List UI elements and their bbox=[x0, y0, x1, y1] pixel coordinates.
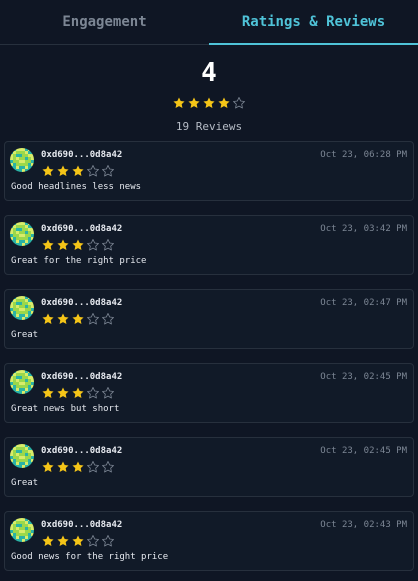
tab-engagement[interactable]: Engagement bbox=[0, 0, 209, 44]
review-card: 0xd690...0d8a42 Oct 23, 06:28 PM Good head… bbox=[4, 141, 414, 201]
review-star-rating bbox=[41, 163, 115, 177]
user-avatar bbox=[10, 296, 34, 320]
rating-summary: 4 19 Reviews bbox=[0, 45, 418, 141]
review-star-rating bbox=[41, 237, 115, 251]
review-text: Great bbox=[11, 478, 39, 488]
user-avatar bbox=[10, 148, 34, 172]
star-empty-icon bbox=[101, 385, 115, 399]
review-date: Oct 23, 02:45 PM bbox=[320, 446, 407, 456]
star-filled-icon bbox=[71, 311, 85, 325]
star-filled-icon bbox=[71, 237, 85, 251]
reviewer-address[interactable]: 0xd690...0d8a42 bbox=[41, 372, 122, 382]
star-filled-icon bbox=[56, 533, 70, 547]
star-empty-icon bbox=[86, 237, 100, 251]
average-star-rating bbox=[172, 95, 246, 109]
review-card: 0xd690...0d8a42 Oct 23, 02:45 PM Great new… bbox=[4, 363, 414, 423]
star-empty-icon bbox=[101, 163, 115, 177]
star-filled-icon bbox=[56, 237, 70, 251]
review-text: Great bbox=[11, 330, 39, 340]
star-empty-icon bbox=[101, 237, 115, 251]
review-star-rating bbox=[41, 459, 115, 473]
review-star-rating bbox=[41, 533, 115, 547]
reviewer-address[interactable]: 0xd690...0d8a42 bbox=[41, 520, 122, 530]
tab-bar: Engagement Ratings & Reviews bbox=[0, 0, 418, 45]
star-filled-icon bbox=[71, 385, 85, 399]
user-avatar bbox=[10, 518, 34, 542]
star-filled-icon bbox=[202, 95, 216, 109]
user-avatar bbox=[10, 444, 34, 468]
star-filled-icon bbox=[56, 163, 70, 177]
star-empty-icon bbox=[101, 311, 115, 325]
review-star-rating bbox=[41, 311, 115, 325]
star-empty-icon bbox=[86, 533, 100, 547]
star-filled-icon bbox=[41, 459, 55, 473]
star-empty-icon bbox=[86, 311, 100, 325]
star-filled-icon bbox=[41, 533, 55, 547]
star-empty-icon bbox=[232, 95, 246, 109]
reviewer-address[interactable]: 0xd690...0d8a42 bbox=[41, 298, 122, 308]
user-avatar bbox=[10, 222, 34, 246]
star-filled-icon bbox=[71, 533, 85, 547]
average-rating: 4 bbox=[201, 58, 217, 88]
review-list: 0xd690...0d8a42 Oct 23, 06:28 PM Good head… bbox=[0, 141, 418, 571]
review-date: Oct 23, 02:43 PM bbox=[320, 520, 407, 530]
review-card: 0xd690...0d8a42 Oct 23, 02:47 PM Great bbox=[4, 289, 414, 349]
star-filled-icon bbox=[56, 311, 70, 325]
review-text: Great news but short bbox=[11, 404, 120, 414]
review-date: Oct 23, 02:45 PM bbox=[320, 372, 407, 382]
review-card: 0xd690...0d8a42 Oct 23, 02:43 PM Good news… bbox=[4, 511, 414, 571]
review-date: Oct 23, 02:47 PM bbox=[320, 298, 407, 308]
star-empty-icon bbox=[101, 533, 115, 547]
review-card: 0xd690...0d8a42 Oct 23, 02:45 PM Great bbox=[4, 437, 414, 497]
review-text: Great for the right price bbox=[11, 256, 147, 266]
review-text: Good news for the right price bbox=[11, 552, 169, 562]
star-filled-icon bbox=[217, 95, 231, 109]
star-filled-icon bbox=[71, 163, 85, 177]
star-empty-icon bbox=[86, 459, 100, 473]
reviewer-address[interactable]: 0xd690...0d8a42 bbox=[41, 150, 122, 160]
star-filled-icon bbox=[41, 385, 55, 399]
star-filled-icon bbox=[172, 95, 186, 109]
reviewer-address[interactable]: 0xd690...0d8a42 bbox=[41, 224, 122, 234]
star-filled-icon bbox=[41, 237, 55, 251]
star-filled-icon bbox=[56, 385, 70, 399]
review-card: 0xd690...0d8a42 Oct 23, 03:42 PM Great for… bbox=[4, 215, 414, 275]
tab-ratings-reviews[interactable]: Ratings & Reviews bbox=[209, 0, 418, 45]
user-avatar bbox=[10, 370, 34, 394]
review-date: Oct 23, 06:28 PM bbox=[320, 150, 407, 160]
star-filled-icon bbox=[56, 459, 70, 473]
star-empty-icon bbox=[101, 459, 115, 473]
star-filled-icon bbox=[41, 163, 55, 177]
review-count: 19 Reviews bbox=[175, 120, 243, 133]
review-date: Oct 23, 03:42 PM bbox=[320, 224, 407, 234]
star-filled-icon bbox=[187, 95, 201, 109]
star-filled-icon bbox=[71, 459, 85, 473]
review-text: Good headlines less news bbox=[11, 182, 142, 192]
star-filled-icon bbox=[41, 311, 55, 325]
star-empty-icon bbox=[86, 163, 100, 177]
star-empty-icon bbox=[86, 385, 100, 399]
reviewer-address[interactable]: 0xd690...0d8a42 bbox=[41, 446, 122, 456]
review-star-rating bbox=[41, 385, 115, 399]
